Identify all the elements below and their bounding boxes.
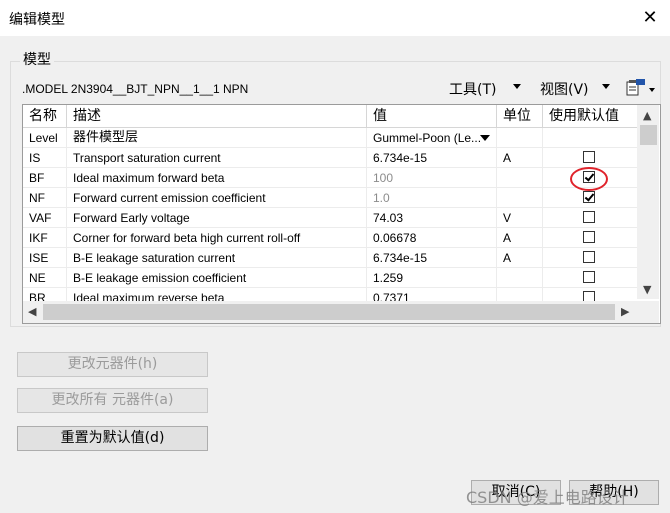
- watermark: CSDN @爱上电路设计: [466, 488, 629, 507]
- scroll-corner: [637, 301, 659, 323]
- param-unit: A: [497, 248, 543, 268]
- header-name[interactable]: 名称: [23, 105, 67, 127]
- parameter-grid: 名称 描述 值 单位 使用默认值 Level 器件模型层 Gummel-Poon…: [22, 104, 661, 324]
- param-value[interactable]: 1.259: [367, 268, 497, 288]
- use-default-checkbox[interactable]: [583, 191, 595, 203]
- grid-header: 名称 描述 值 单位 使用默认值: [23, 105, 637, 128]
- change-all-components-button[interactable]: 更改所有 元器件(a): [17, 388, 208, 413]
- view-menu-button[interactable]: 视图(V): [540, 79, 589, 99]
- table-row[interactable]: IS Transport saturation current 6.734e-1…: [23, 148, 637, 168]
- use-default-cell: [543, 268, 637, 288]
- model-definition: .MODEL 2N3904__BJT_NPN__1__1 NPN: [22, 82, 249, 96]
- header-unit[interactable]: 单位: [497, 105, 543, 127]
- use-default-checkbox[interactable]: [583, 211, 595, 223]
- param-description: 器件模型层: [67, 128, 367, 148]
- param-unit: A: [497, 148, 543, 168]
- param-value[interactable]: 74.03: [367, 208, 497, 228]
- chevron-down-icon[interactable]: [649, 88, 655, 92]
- chevron-down-icon[interactable]: [480, 135, 490, 141]
- param-name: VAF: [23, 208, 67, 228]
- use-default-checkbox[interactable]: [583, 231, 595, 243]
- use-default-cell: [543, 248, 637, 268]
- horizontal-scrollbar[interactable]: ◀ ▶: [23, 301, 637, 323]
- param-unit: [497, 288, 543, 301]
- chevron-down-icon[interactable]: [513, 84, 521, 89]
- dialog-client: 模型 .MODEL 2N3904__BJT_NPN__1__1 NPN 工具(T…: [0, 36, 670, 513]
- param-value: Gummel-Poon (Le...: [373, 131, 482, 145]
- horizontal-scroll-thumb[interactable]: [43, 304, 615, 320]
- title-bar: 编辑模型 ✕: [0, 0, 670, 36]
- table-row[interactable]: BR Ideal maximum reverse beta 0.7371: [23, 288, 637, 301]
- use-default-checkbox[interactable]: [583, 151, 595, 163]
- param-unit: [497, 188, 543, 208]
- param-description: B-E leakage emission coefficient: [67, 268, 367, 288]
- use-default-cell: [543, 288, 637, 301]
- group-border-top: [10, 61, 661, 62]
- use-default-checkbox[interactable]: [583, 251, 595, 263]
- param-description: Ideal maximum reverse beta: [67, 288, 367, 301]
- param-value[interactable]: 0.7371: [367, 288, 497, 301]
- param-description: Transport saturation current: [67, 148, 367, 168]
- group-border-bottom: [10, 326, 661, 327]
- use-default-checkbox[interactable]: [583, 291, 595, 301]
- param-value[interactable]: 6.734e-15: [367, 248, 497, 268]
- param-name: BR: [23, 288, 67, 301]
- param-description: Corner for forward beta high current rol…: [67, 228, 367, 248]
- chevron-down-icon[interactable]: [602, 84, 610, 89]
- change-component-button[interactable]: 更改元器件(h): [17, 352, 208, 377]
- table-row[interactable]: Level 器件模型层 Gummel-Poon (Le...: [23, 128, 637, 148]
- param-value[interactable]: 1.0: [367, 188, 497, 208]
- table-row[interactable]: NF Forward current emission coefficient …: [23, 188, 637, 208]
- level-dropdown[interactable]: Gummel-Poon (Le...: [367, 128, 497, 148]
- scroll-down-icon[interactable]: ▼: [643, 283, 651, 296]
- table-row[interactable]: IKF Corner for forward beta high current…: [23, 228, 637, 248]
- table-row[interactable]: ISE B-E leakage saturation current 6.734…: [23, 248, 637, 268]
- properties-icon[interactable]: [625, 78, 647, 96]
- param-description: Forward Early voltage: [67, 208, 367, 228]
- window-title: 编辑模型: [9, 12, 65, 28]
- param-description: B-E leakage saturation current: [67, 248, 367, 268]
- reset-default-button[interactable]: 重置为默认值(d): [17, 426, 208, 451]
- header-value[interactable]: 值: [367, 105, 497, 127]
- annotation-circle: [570, 167, 608, 191]
- header-description[interactable]: 描述: [67, 105, 367, 127]
- use-default-cell: [543, 228, 637, 248]
- use-default-cell: [543, 208, 637, 228]
- group-label: 模型: [20, 49, 54, 69]
- param-unit: [497, 268, 543, 288]
- param-unit: [497, 168, 543, 188]
- use-default-cell: [543, 148, 637, 168]
- tools-menu-button[interactable]: 工具(T): [449, 79, 496, 99]
- header-use-default[interactable]: 使用默认值: [543, 105, 637, 127]
- param-name: BF: [23, 168, 67, 188]
- param-value[interactable]: 6.734e-15: [367, 148, 497, 168]
- use-default-checkbox[interactable]: [583, 271, 595, 283]
- table-row[interactable]: VAF Forward Early voltage 74.03 V: [23, 208, 637, 228]
- param-unit: [497, 128, 543, 148]
- param-name: NF: [23, 188, 67, 208]
- use-default-cell: [543, 128, 637, 148]
- use-default-cell: [543, 188, 637, 208]
- scroll-left-icon[interactable]: ◀: [28, 305, 36, 318]
- param-name: IKF: [23, 228, 67, 248]
- scroll-right-icon[interactable]: ▶: [621, 305, 629, 318]
- param-unit: A: [497, 228, 543, 248]
- param-name: ISE: [23, 248, 67, 268]
- table-row[interactable]: NE B-E leakage emission coefficient 1.25…: [23, 268, 637, 288]
- param-name: NE: [23, 268, 67, 288]
- vertical-scroll-thumb[interactable]: [640, 125, 657, 145]
- param-name: Level: [23, 128, 67, 148]
- vertical-scrollbar[interactable]: ▲ ▼: [637, 105, 659, 299]
- param-unit: V: [497, 208, 543, 228]
- param-name: IS: [23, 148, 67, 168]
- param-value[interactable]: 0.06678: [367, 228, 497, 248]
- param-description: Ideal maximum forward beta: [67, 168, 367, 188]
- table-row[interactable]: BF Ideal maximum forward beta 100: [23, 168, 637, 188]
- close-icon[interactable]: ✕: [638, 6, 662, 30]
- param-description: Forward current emission coefficient: [67, 188, 367, 208]
- scroll-up-icon[interactable]: ▲: [643, 109, 651, 122]
- group-border-left: [10, 61, 11, 326]
- param-value[interactable]: 100: [367, 168, 497, 188]
